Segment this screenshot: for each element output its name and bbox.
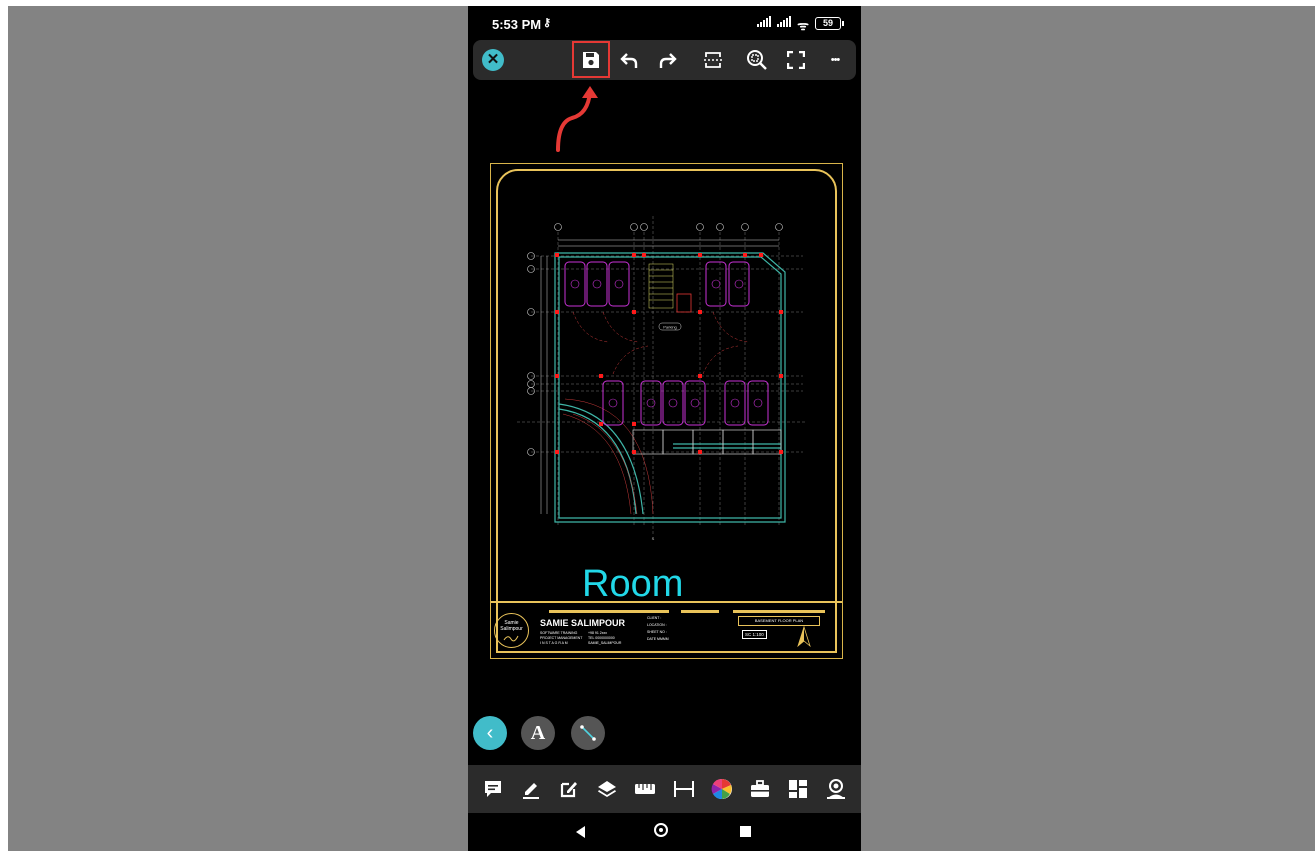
wifi-icon: ᯤ bbox=[797, 18, 809, 33]
drawing-sheet[interactable]: Parking S Room Samie Salimpour SAMIE SAL… bbox=[490, 163, 843, 659]
system-nav-bar bbox=[468, 813, 861, 851]
tb-col3-row3: SHEET NO : bbox=[647, 630, 667, 634]
svg-text:S: S bbox=[652, 536, 655, 541]
annotation-arrow-icon bbox=[556, 86, 598, 152]
comment-icon[interactable] bbox=[481, 777, 505, 801]
scale-label: SC 1:100 bbox=[742, 630, 767, 639]
signal-1-icon bbox=[757, 15, 771, 27]
zoom-extents-icon[interactable] bbox=[743, 46, 771, 74]
collapse-tools-button[interactable]: ‹ bbox=[473, 716, 507, 750]
edit-icon[interactable] bbox=[557, 777, 581, 801]
grid-icon[interactable] bbox=[786, 777, 810, 801]
nav-back-icon[interactable] bbox=[576, 826, 585, 838]
bottom-toolbar bbox=[468, 765, 861, 813]
text-tool-button[interactable]: A bbox=[521, 716, 555, 750]
fullscreen-icon[interactable] bbox=[782, 46, 810, 74]
user-icon[interactable] bbox=[824, 777, 848, 801]
signature-icon bbox=[503, 635, 519, 642]
status-time: 5:53 PM bbox=[492, 17, 542, 32]
floor-plan[interactable]: Parking S bbox=[513, 214, 813, 544]
redo-icon[interactable] bbox=[653, 46, 681, 74]
status-bar: 5:53 PM ⚷ ᯤ 59 bbox=[468, 6, 861, 40]
north-arrow-icon bbox=[797, 626, 811, 648]
vpn-key-icon: ⚷ bbox=[543, 17, 552, 29]
more-icon[interactable]: ••• bbox=[821, 46, 849, 74]
tb-col1-row3: I N S T A G R A M bbox=[540, 641, 568, 645]
parking-label: Parking bbox=[663, 325, 677, 330]
top-toolbar: ✕ ••• bbox=[473, 40, 856, 80]
ruler-icon[interactable] bbox=[633, 777, 657, 801]
plan-title: BASEMENT FLOOR PLAN bbox=[738, 616, 820, 626]
room-text-label[interactable]: Room bbox=[582, 565, 683, 603]
undo-icon[interactable] bbox=[616, 46, 644, 74]
tb-col3-row4: DATE MMMM bbox=[647, 637, 669, 641]
select-window-icon[interactable] bbox=[699, 46, 727, 74]
tb-col3-row2: LOCATION : bbox=[647, 623, 667, 627]
close-button[interactable]: ✕ bbox=[482, 49, 504, 71]
designer-name: SAMIE SALIMPOUR bbox=[540, 618, 626, 628]
toolbox-icon[interactable] bbox=[748, 777, 772, 801]
pen-icon[interactable] bbox=[519, 777, 543, 801]
nav-home-icon[interactable] bbox=[654, 823, 668, 837]
tb-col2-row3: SAMIE_SALIMPOUR bbox=[588, 641, 622, 645]
signal-2-icon bbox=[777, 15, 791, 27]
tb-col3-row1: CLIENT : bbox=[647, 616, 662, 620]
dimension-icon[interactable] bbox=[672, 777, 696, 801]
line-tool-button[interactable] bbox=[571, 716, 605, 750]
layers-icon[interactable] bbox=[595, 777, 619, 801]
battery-icon: 59 bbox=[815, 17, 844, 30]
phone-screen: 5:53 PM ⚷ ᯤ 59 ✕ ••• Parking S Room Sami… bbox=[468, 6, 861, 851]
signal-icons bbox=[757, 15, 791, 27]
save-icon[interactable] bbox=[577, 46, 605, 74]
color-wheel-icon[interactable] bbox=[710, 777, 734, 801]
line-tool-icon bbox=[580, 725, 596, 741]
nav-recents-icon[interactable] bbox=[740, 826, 751, 837]
designer-logo: Samie Salimpour bbox=[494, 613, 529, 648]
